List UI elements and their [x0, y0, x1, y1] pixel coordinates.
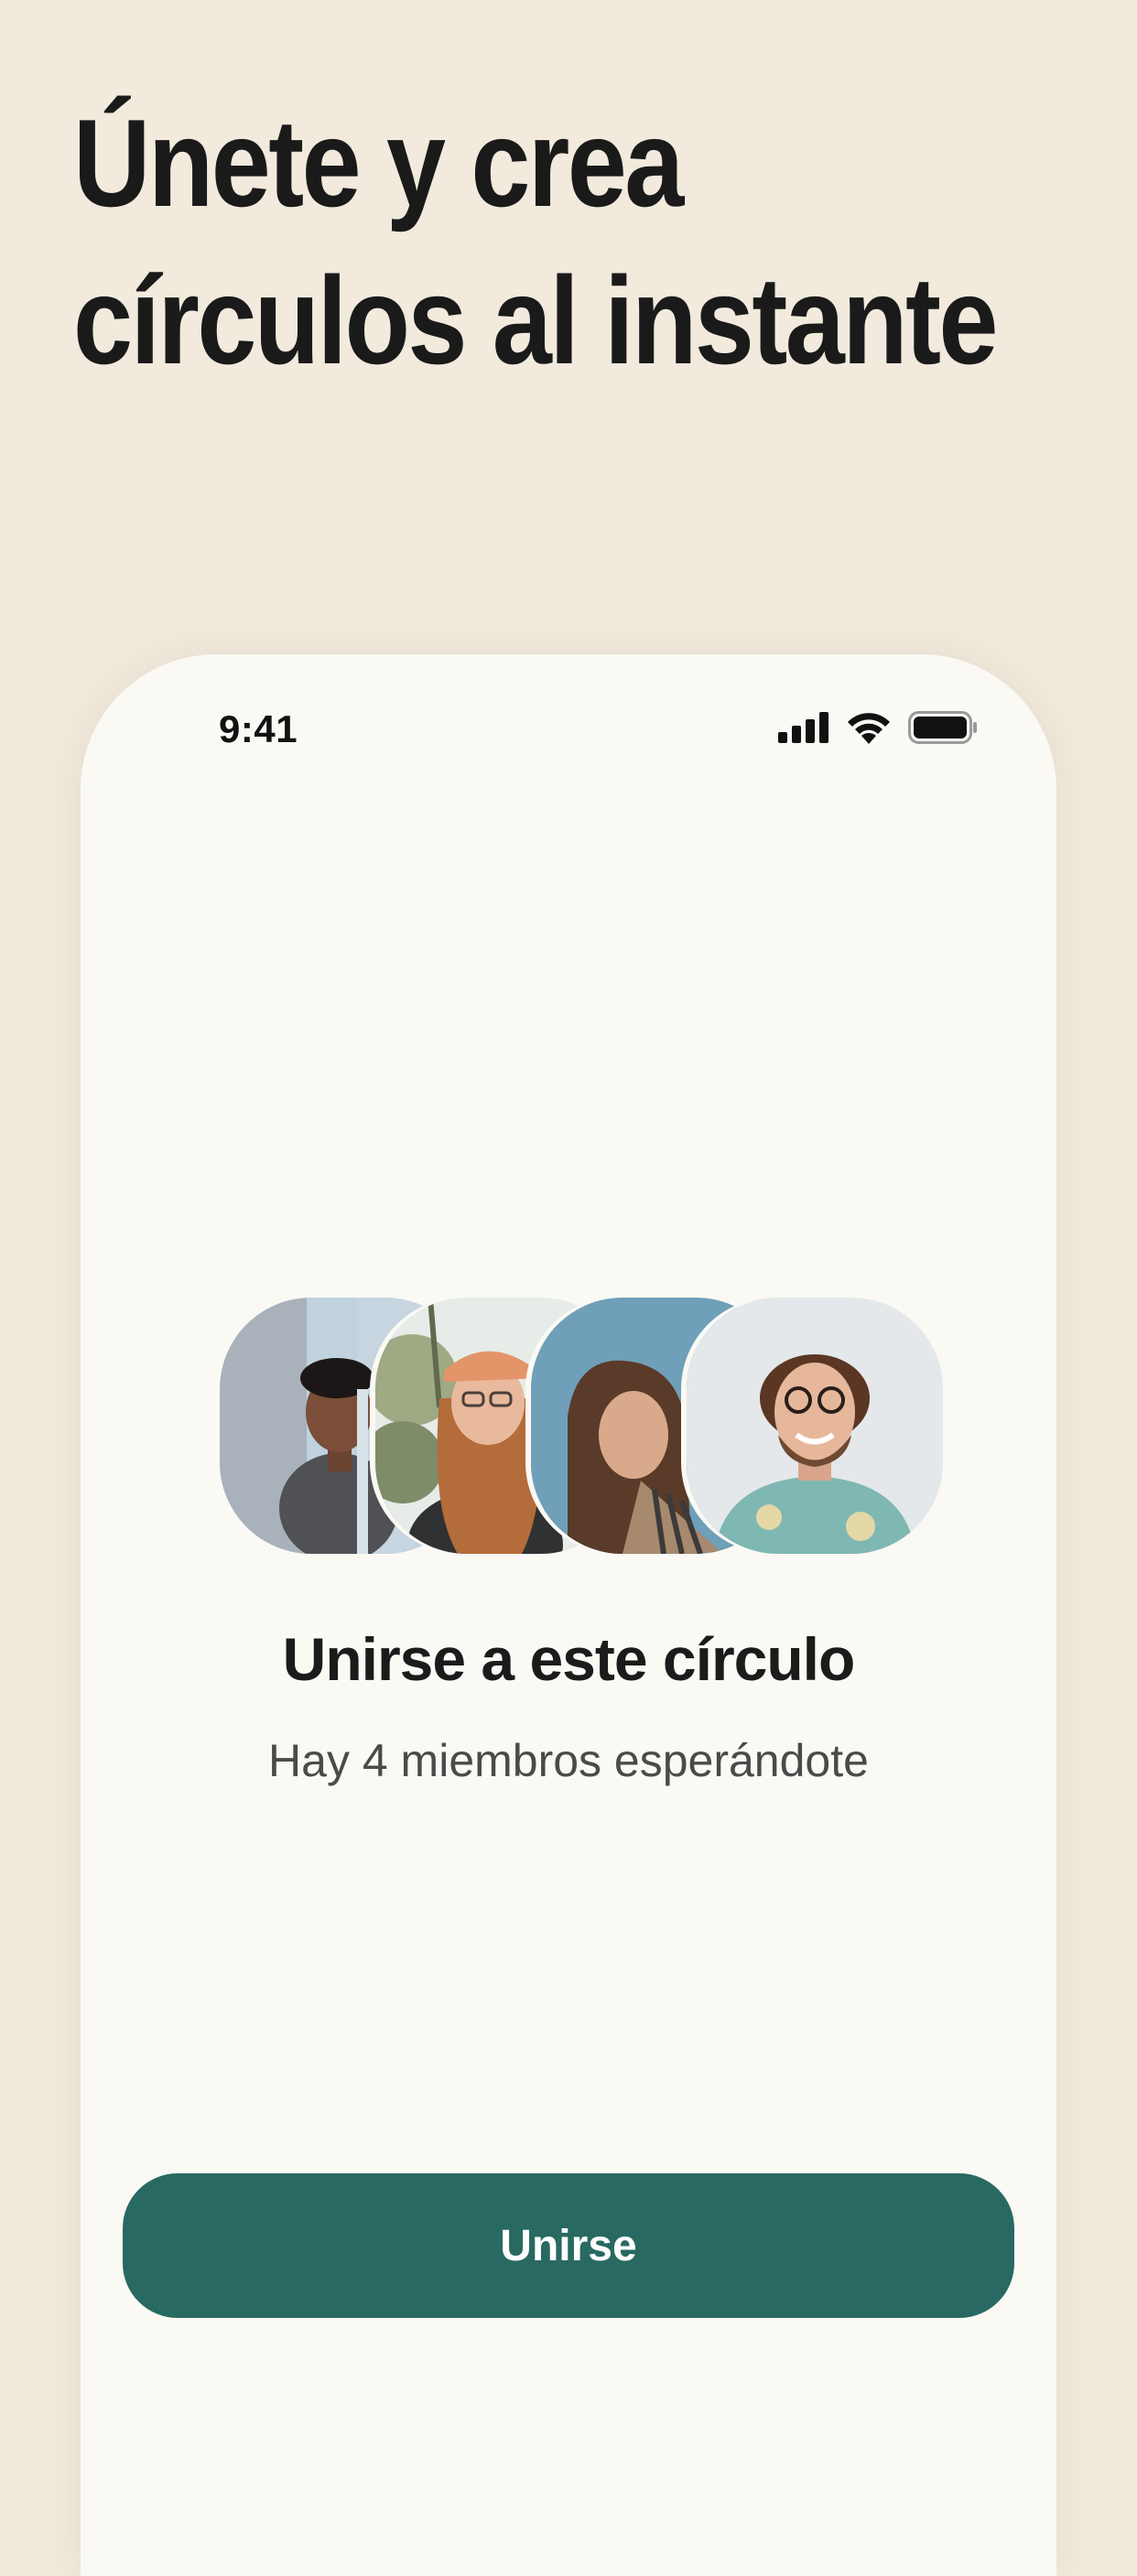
headline-line-2: círculos al instante	[73, 251, 998, 390]
circle-title: Unirse a este círculo	[282, 1625, 856, 1693]
status-time: 9:41	[219, 707, 298, 750]
member-avatars	[220, 1298, 943, 1554]
circle-subtitle: Hay 4 miembros esperándote	[268, 1735, 869, 1786]
status-icons	[778, 711, 978, 749]
phone-screen: 9:41 Unirse a este círculo Hay 4 miembro…	[81, 654, 1056, 2576]
cellular-signal-icon	[778, 712, 829, 748]
wifi-icon	[846, 711, 892, 749]
join-button[interactable]: Unirse	[123, 2173, 1014, 2318]
battery-icon	[908, 711, 978, 749]
headline-line-1: Únete y crea	[73, 93, 684, 232]
page-headline: Únete y crea círculos al instante	[73, 84, 998, 399]
member-avatar-4	[687, 1298, 943, 1554]
